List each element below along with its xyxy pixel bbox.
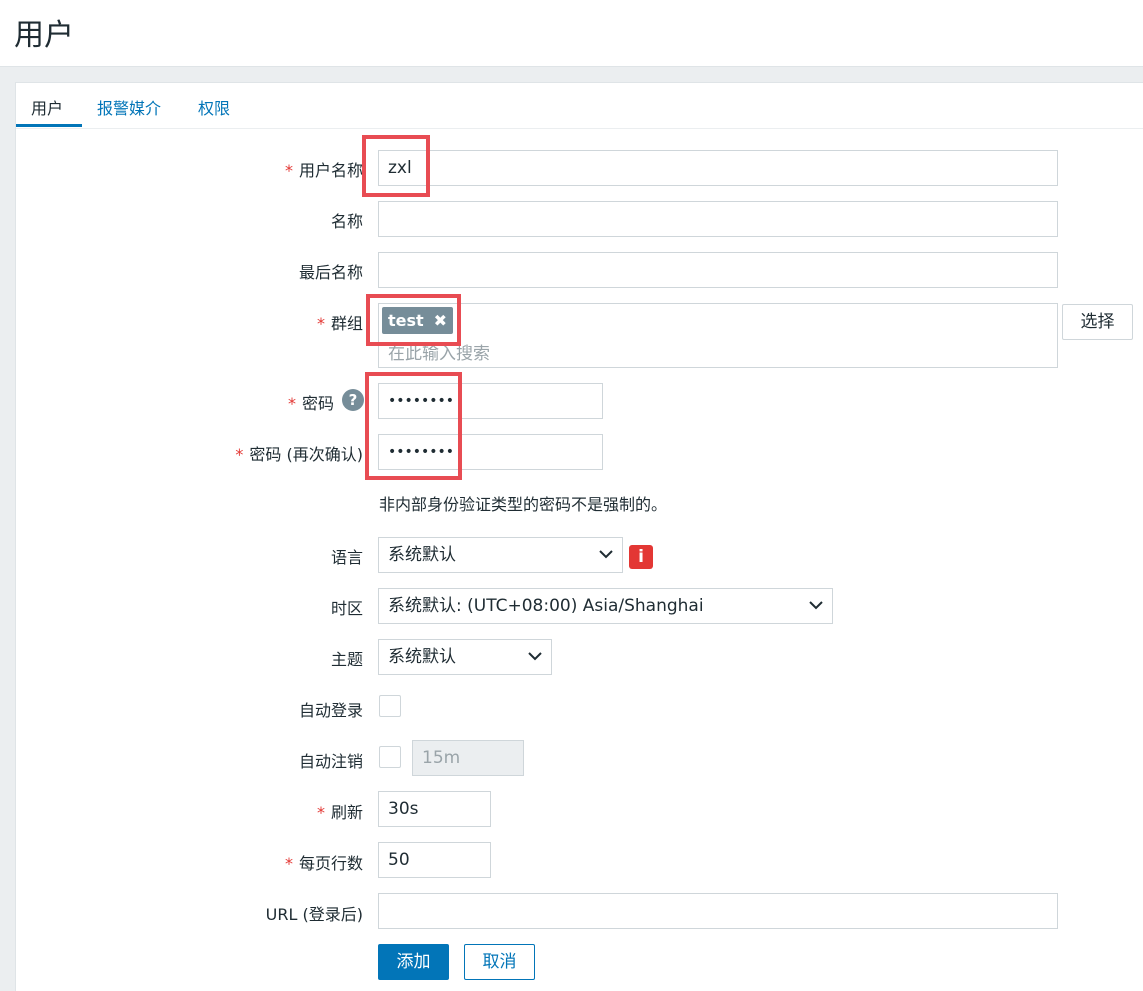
autologout-input: 15m: [412, 740, 524, 776]
surname-label: 最后名称: [298, 263, 363, 282]
groups-label: * 群组: [316, 314, 363, 333]
rows-per-page-label: * 每页行数: [284, 854, 363, 873]
autologout-checkbox[interactable]: [379, 746, 401, 768]
theme-select[interactable]: 系统默认: [378, 639, 552, 675]
name-label: 名称: [330, 212, 363, 231]
active-tab-indicator: [16, 124, 82, 127]
page-header: 用户: [0, 0, 1143, 67]
theme-label: 主题: [330, 650, 363, 669]
username-input[interactable]: zxl: [378, 150, 1058, 186]
highlight-box-groups: [366, 294, 461, 346]
refresh-label: * 刷新: [316, 803, 363, 822]
highlight-box-password: [365, 372, 462, 480]
timezone-select[interactable]: 系统默认: (UTC+08:00) Asia/Shanghai: [378, 588, 833, 624]
name-input[interactable]: [378, 201, 1058, 237]
add-button[interactable]: 添加: [378, 944, 449, 980]
username-label: * 用户名称: [284, 161, 363, 180]
tab-bar: 用户 报警媒介 权限: [16, 83, 1143, 129]
language-label: 语言: [330, 548, 363, 567]
tab-media[interactable]: 报警媒介: [97, 95, 161, 119]
autologin-label: 自动登录: [298, 701, 363, 720]
page-title: 用户: [14, 18, 74, 53]
refresh-input[interactable]: 30s: [378, 791, 491, 827]
groups-select-button[interactable]: 选择: [1062, 304, 1133, 340]
url-input[interactable]: [378, 893, 1058, 929]
cancel-button[interactable]: 取消: [464, 944, 535, 980]
tab-permissions[interactable]: 权限: [198, 95, 230, 119]
url-label: URL (登录后): [265, 905, 363, 924]
password-label: * 密码: [287, 394, 334, 413]
info-icon[interactable]: i: [629, 545, 653, 569]
help-icon[interactable]: ?: [342, 389, 364, 411]
language-select[interactable]: 系统默认: [378, 537, 623, 573]
surname-input[interactable]: [378, 252, 1058, 288]
tab-user[interactable]: 用户: [31, 95, 63, 119]
password-hint: 非内部身份验证类型的密码不是强制的。: [379, 495, 668, 514]
autologout-label: 自动注销: [298, 752, 363, 771]
language-value: 系统默认: [388, 545, 456, 565]
autologin-checkbox[interactable]: [379, 695, 401, 717]
password-confirm-label: * 密码 (再次确认): [235, 445, 363, 464]
timezone-value: 系统默认: (UTC+08:00) Asia/Shanghai: [388, 596, 704, 616]
timezone-label: 时区: [330, 599, 363, 618]
chevron-down-icon: [599, 550, 613, 559]
highlight-box-username: [362, 135, 430, 197]
rows-per-page-input[interactable]: 50: [378, 842, 491, 878]
chevron-down-icon: [809, 601, 823, 610]
theme-value: 系统默认: [388, 647, 456, 667]
chevron-down-icon: [528, 652, 542, 661]
